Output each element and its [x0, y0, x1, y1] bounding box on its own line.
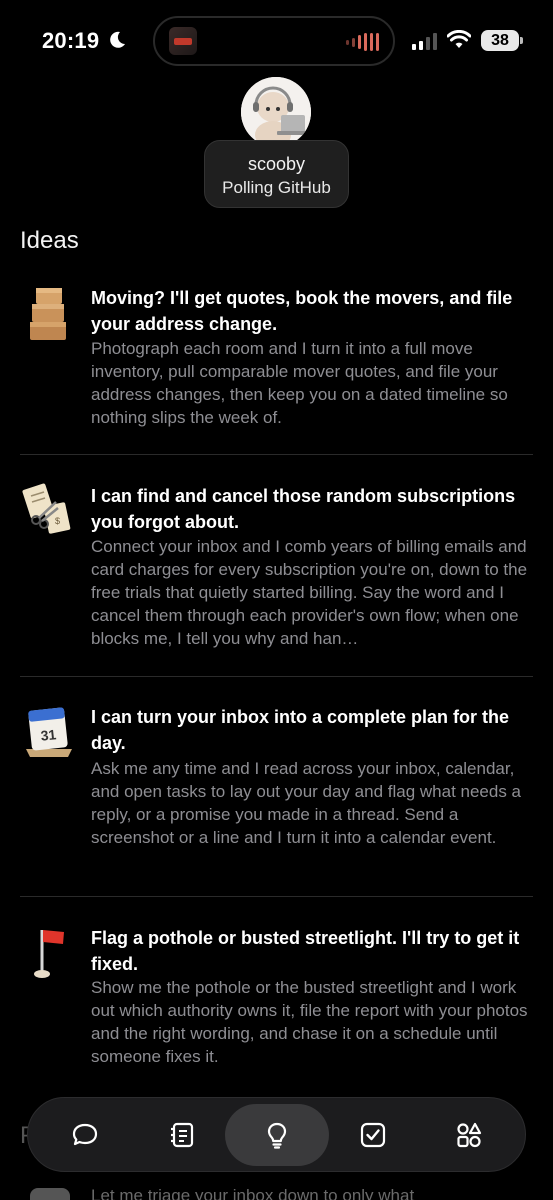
tab-bar: [27, 1097, 526, 1172]
calendar-icon: 31: [26, 707, 72, 757]
red-flag-icon: [34, 930, 64, 978]
status-bar: 20:19 38: [0, 0, 553, 84]
idea-item[interactable]: $ I can find and cancel those random sub…: [0, 482, 553, 658]
idea-title: Flag a pothole or busted streetlight. I'…: [91, 928, 520, 974]
idea-title: I can turn your inbox into a complete pl…: [91, 707, 510, 753]
idea-description: Ask me any time and I read across your i…: [91, 759, 522, 847]
lightbulb-icon: [267, 1122, 287, 1149]
idea-item[interactable]: Moving? I'll get quotes, book the movers…: [0, 284, 553, 434]
divider: [20, 676, 533, 677]
idea-title: Moving? I'll get quotes, book the movers…: [91, 288, 513, 334]
section-title: Ideas: [20, 227, 79, 254]
next-idea-icon: [30, 1188, 70, 1200]
next-idea-title: Let me triage your inbox down to only wh…: [91, 1186, 415, 1200]
idea-description: Photograph each room and I turn it into …: [91, 339, 508, 427]
idea-description: Show me the pothole or the busted street…: [91, 978, 528, 1066]
shapes-grid-icon: [457, 1122, 482, 1148]
divider: [20, 454, 533, 455]
signal-icon: [412, 32, 437, 50]
tab-tasks[interactable]: [321, 1104, 425, 1166]
audio-waveform-icon: [346, 32, 379, 52]
tab-apps[interactable]: [417, 1104, 521, 1166]
checkbox-icon: [360, 1122, 386, 1148]
idea-item[interactable]: 31 I can turn your inbox into a complete…: [0, 703, 553, 873]
now-playing-thumbnail: [169, 27, 197, 55]
tab-notes[interactable]: [130, 1104, 234, 1166]
wifi-icon: [447, 30, 471, 48]
idea-title: I can find and cancel those random subsc…: [91, 486, 516, 532]
robot-avatar-icon: [241, 77, 311, 147]
moving-boxes-icon: [30, 288, 66, 340]
agent-name: scooby: [247, 154, 306, 174]
divider: [20, 896, 533, 897]
agent-status-card[interactable]: scooby Polling GitHub: [204, 140, 349, 208]
dynamic-island[interactable]: [153, 16, 395, 66]
idea-description-text: Connect your inbox and I comb years of b…: [91, 537, 528, 648]
battery-icon: 38: [481, 30, 523, 51]
agent-status: Polling GitHub: [222, 178, 331, 197]
moon-icon: [110, 31, 125, 48]
tab-ideas[interactable]: [225, 1104, 329, 1166]
scissors-bills-icon: $: [22, 483, 71, 534]
agent-avatar[interactable]: [241, 77, 311, 147]
chat-bubble-icon: [72, 1123, 98, 1146]
idea-description: Connect your inbox and I comb years of b…: [91, 535, 536, 650]
calendar-day: 31: [40, 726, 57, 744]
idea-item[interactable]: Flag a pothole or busted streetlight. I'…: [0, 924, 553, 1074]
clock: 20:19: [42, 28, 100, 53]
tab-chat[interactable]: [33, 1104, 137, 1166]
notebook-icon: [171, 1122, 194, 1148]
svg-text:$: $: [55, 516, 60, 526]
